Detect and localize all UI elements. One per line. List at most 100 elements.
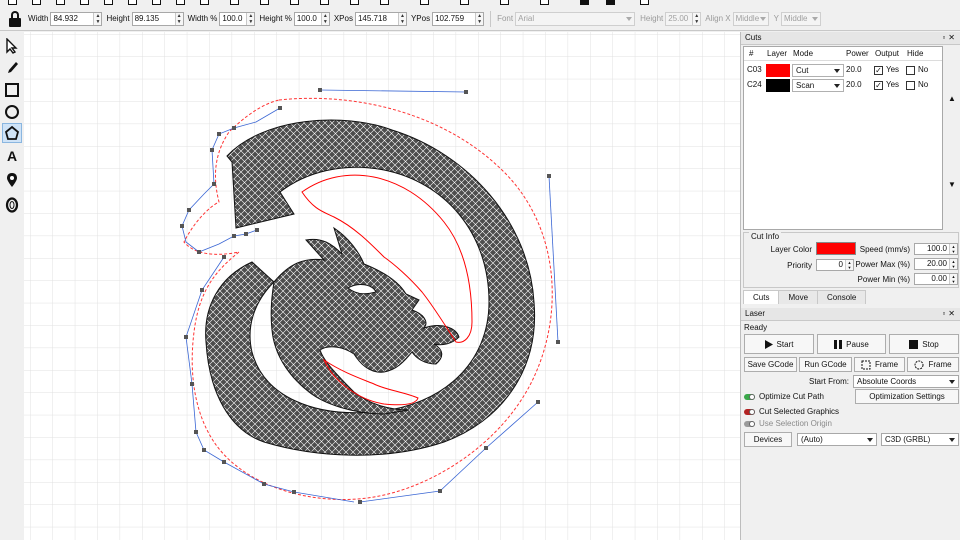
tab-move[interactable]: Move [778, 290, 819, 304]
cut-id: C03 [747, 65, 762, 74]
align-y-dropdown[interactable]: Middle [780, 11, 821, 26]
lock-aspect-icon[interactable] [8, 10, 22, 28]
width-field[interactable]: 84.932 ▲ ▼ [50, 11, 103, 26]
priority-field[interactable]: 0 ▲ ▼ [816, 259, 854, 271]
design-canvas[interactable] [24, 32, 740, 540]
output-checkbox[interactable]: ✓ [874, 81, 883, 90]
hide-value: No [918, 80, 929, 89]
mirror-v-icon[interactable] [500, 0, 509, 5]
layer-color-swatch[interactable] [766, 64, 790, 77]
mirror-h-icon[interactable] [460, 0, 469, 5]
layer-color-picker[interactable] [816, 242, 856, 255]
move-layer-down-icon[interactable]: ▼ [945, 178, 959, 192]
save-gcode-button[interactable]: Save GCode [744, 357, 797, 372]
new-file-icon[interactable] [8, 0, 17, 5]
cut-row-c03[interactable]: C03 Cut 20.0 ✓ Yes No [744, 63, 942, 78]
text-tool[interactable]: A [2, 146, 22, 166]
height-percent-field[interactable]: 100.0 ▲ ▼ [293, 11, 330, 26]
col-output: Output [875, 49, 900, 58]
height-field[interactable]: 89.135 ▲ ▼ [131, 11, 184, 26]
cut-info-group: Cut Info Layer Color Priority 0 ▲ ▼ Speed … [743, 232, 959, 288]
frame-rubberband-button[interactable]: Frame [907, 357, 959, 372]
use-selection-origin-toggle[interactable]: Use Selection Origin [744, 419, 832, 428]
mode-dropdown[interactable]: Cut [792, 64, 844, 77]
open-file-icon[interactable] [32, 0, 41, 5]
stop-button[interactable]: Stop [889, 334, 959, 354]
select-arrow-icon [6, 38, 18, 54]
xpos-field[interactable]: 145.718 ▲ ▼ [354, 11, 407, 26]
select-tool[interactable] [2, 36, 22, 56]
hide-checkbox[interactable] [906, 81, 915, 90]
copy-icon[interactable] [152, 0, 161, 5]
offset-tool[interactable] [2, 195, 22, 215]
ungroup-icon[interactable] [420, 0, 429, 5]
toolbar-separator [490, 10, 492, 27]
toggle-switch-on[interactable] [744, 393, 755, 400]
polygon-tool[interactable] [2, 123, 22, 143]
font-height-field[interactable]: 25.00 ▲ ▼ [665, 11, 702, 26]
export-icon[interactable] [104, 0, 113, 5]
settings-icon[interactable] [350, 0, 359, 5]
dock-icon[interactable] [606, 0, 615, 5]
tool-column: A [0, 32, 24, 540]
layer-color-label: Layer Color [770, 245, 812, 254]
power-max-field[interactable]: 20.00 ▲ ▼ [914, 258, 958, 270]
ypos-field[interactable]: 102.759 ▲ ▼ [432, 11, 485, 26]
align-icon[interactable] [540, 0, 549, 5]
undo-icon[interactable] [200, 0, 209, 5]
toggle-switch-active[interactable] [744, 408, 755, 415]
cut-row-c24[interactable]: C24 Scan 20.0 ✓ Yes No [744, 78, 942, 93]
group-icon[interactable] [380, 0, 389, 5]
mode-dropdown[interactable]: Scan [792, 79, 844, 92]
frame-rect-button[interactable]: Frame [854, 357, 905, 372]
font-dropdown[interactable]: Arial [515, 11, 636, 26]
tab-console[interactable]: Console [817, 290, 867, 304]
power-min-field[interactable]: 0.00 ▲ ▼ [914, 273, 958, 285]
zoom-in-icon[interactable] [230, 0, 239, 5]
col-power: Power [846, 49, 869, 58]
paste-icon[interactable] [176, 0, 185, 5]
save-file-icon[interactable] [56, 0, 65, 5]
optimize-cut-path-toggle[interactable]: Optimize Cut Path [744, 392, 824, 401]
import-icon[interactable] [80, 0, 89, 5]
panel-controls[interactable]: ▫✕ [942, 308, 958, 320]
ypos-label: YPos [410, 14, 431, 23]
start-from-dropdown[interactable]: Absolute Coords [853, 375, 959, 388]
output-checkbox[interactable]: ✓ [874, 66, 883, 75]
start-button[interactable]: Start [744, 334, 814, 354]
power-max-label: Power Max (%) [855, 260, 910, 269]
pencil-tool[interactable] [2, 58, 22, 78]
rectangle-tool[interactable] [2, 80, 22, 100]
tab-cuts[interactable]: Cuts [743, 290, 780, 304]
ellipse-tool[interactable] [2, 102, 22, 122]
stop-icon [909, 339, 919, 349]
width-percent-field[interactable]: 100.0 ▲ ▼ [219, 11, 256, 26]
speed-field[interactable]: 100.0 ▲ ▼ [914, 243, 958, 255]
devices-button[interactable]: Devices [744, 432, 792, 447]
array-icon[interactable] [640, 0, 649, 5]
cut-icon[interactable] [128, 0, 137, 5]
distribute-icon[interactable] [580, 0, 589, 5]
zoom-out-icon[interactable] [260, 0, 269, 5]
hide-checkbox[interactable] [906, 66, 915, 75]
pause-button[interactable]: Pause [817, 334, 886, 354]
cuts-table-header: # Layer Mode Power Output Hide [744, 47, 942, 61]
position-tool[interactable] [2, 170, 22, 190]
panel-controls[interactable]: ▫✕ [942, 32, 958, 44]
run-gcode-button[interactable]: Run GCode [799, 357, 852, 372]
layer-color-swatch[interactable] [766, 79, 790, 92]
cuts-title-text: Cuts [745, 33, 762, 42]
align-x-label: Align X [705, 14, 731, 23]
toggle-switch-disabled[interactable] [744, 420, 755, 427]
device-port-dropdown[interactable]: (Auto) [797, 433, 877, 446]
frame-rect-icon [861, 360, 871, 369]
align-x-dropdown[interactable]: Middle [732, 11, 769, 26]
position-marker-icon [7, 173, 17, 187]
pan-icon[interactable] [320, 0, 329, 5]
move-layer-up-icon[interactable]: ▲ [945, 92, 959, 106]
height-label: Height [106, 14, 130, 23]
optimization-settings-button[interactable]: Optimization Settings [855, 389, 959, 404]
device-type-dropdown[interactable]: C3D (GRBL) [881, 433, 959, 446]
cut-selected-graphics-toggle[interactable]: Cut Selected Graphics [744, 407, 839, 416]
zoom-fit-icon[interactable] [290, 0, 299, 5]
